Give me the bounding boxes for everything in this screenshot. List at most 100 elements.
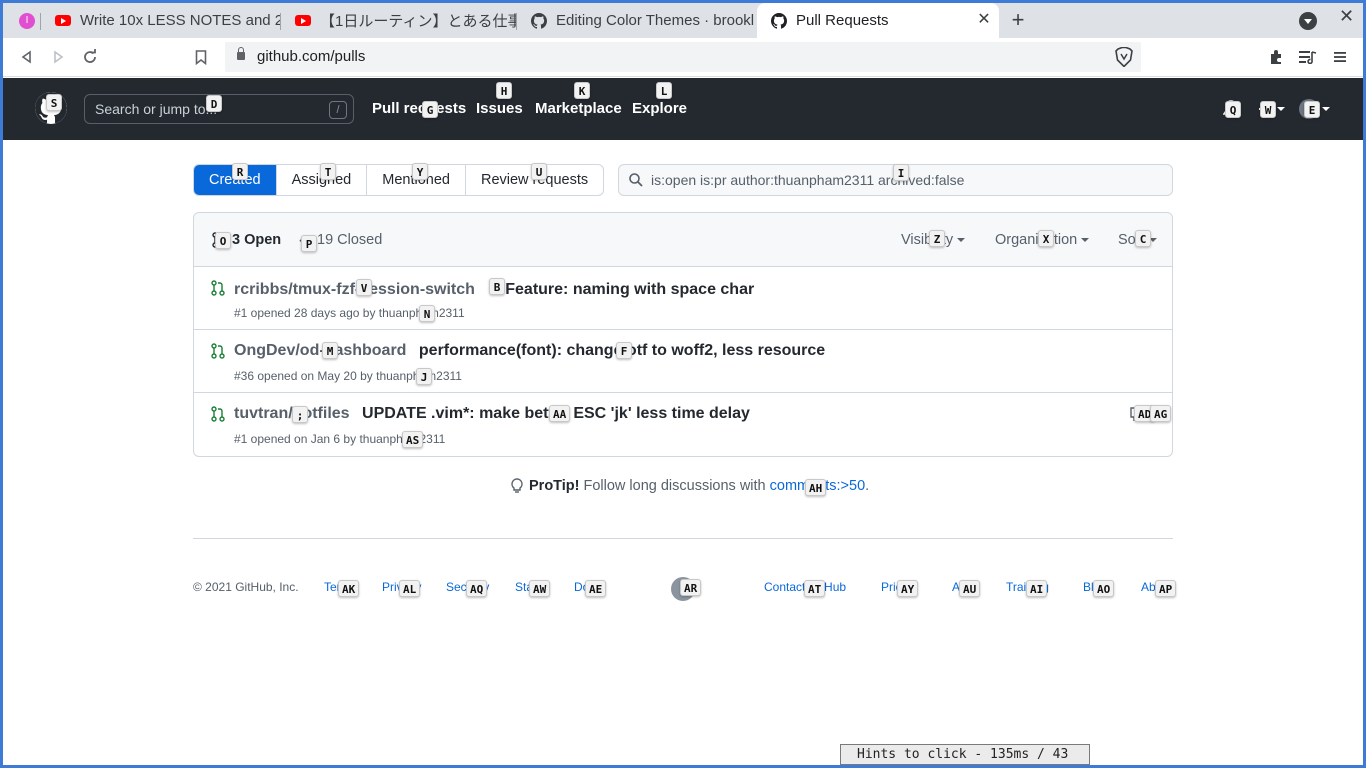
- pr-title-link[interactable]: Feature: naming with space char: [505, 281, 754, 298]
- browser-tab-color-themes[interactable]: Editing Color Themes · brookl: [517, 3, 755, 38]
- nav-marketplace[interactable]: Marketplace: [535, 100, 622, 117]
- list-header: 3 Open 19 Closed Visibility Organization…: [194, 213, 1172, 267]
- link-hint[interactable]: X: [1038, 230, 1054, 247]
- link-hint[interactable]: F: [616, 342, 632, 359]
- link-hint[interactable]: E: [1304, 101, 1320, 118]
- link-hint[interactable]: Q: [1225, 101, 1241, 118]
- link-hint[interactable]: Y: [412, 163, 428, 180]
- link-hint[interactable]: I: [893, 164, 909, 181]
- link-hint[interactable]: AS: [402, 431, 424, 448]
- extensions-icon[interactable]: [1265, 46, 1287, 68]
- link-hint[interactable]: AK: [338, 580, 360, 597]
- nav-pull-requests[interactable]: Pull requests: [372, 100, 466, 117]
- pull-request-row: OngDev/od-dashboard performance(font): c…: [194, 330, 1172, 393]
- link-hint[interactable]: AG: [1150, 405, 1172, 422]
- link-hint[interactable]: C: [1135, 230, 1151, 247]
- nav-issues[interactable]: Issues: [476, 100, 523, 117]
- pull-request-list: 3 Open 19 Closed Visibility Organization…: [193, 212, 1173, 457]
- nav-explore[interactable]: Explore: [632, 100, 687, 117]
- protip-suffix: .: [865, 478, 870, 494]
- link-hint[interactable]: AT: [804, 580, 826, 597]
- link-hint[interactable]: AP: [1155, 580, 1177, 597]
- lightbulb-icon: [511, 478, 523, 493]
- link-hint[interactable]: AA: [549, 405, 571, 422]
- footer-copyright: © 2021 GitHub, Inc.: [193, 580, 299, 594]
- link-hint[interactable]: L: [656, 82, 672, 99]
- close-tab-icon[interactable]: ✕: [975, 11, 993, 29]
- link-hint[interactable]: T: [320, 163, 336, 180]
- dropdown-label: Organization: [995, 232, 1078, 248]
- browser-tab-strip: I Write 10x LESS NOTES and 2x 【1日ルーティン】と…: [3, 3, 1363, 38]
- link-hint[interactable]: AE: [585, 580, 607, 597]
- link-hint[interactable]: W: [1260, 101, 1276, 118]
- search-placeholder: Search or jump to...: [95, 101, 218, 117]
- footer-divider: [193, 538, 1173, 539]
- search-icon: [629, 173, 643, 187]
- tab-title: Editing Color Themes · brookl: [556, 12, 755, 29]
- link-hint[interactable]: B: [489, 278, 505, 295]
- link-hint[interactable]: AL: [399, 580, 421, 597]
- tab-title: Pull Requests: [796, 12, 889, 29]
- open-pull-request-icon: [211, 343, 225, 362]
- bookmark-icon[interactable]: [190, 46, 212, 68]
- new-tab-button[interactable]: +: [1005, 7, 1031, 33]
- browser-tab-youtube-notes[interactable]: Write 10x LESS NOTES and 2x: [41, 3, 281, 38]
- chevron-down-icon: [1322, 107, 1330, 111]
- link-hint[interactable]: S: [46, 94, 62, 111]
- browser-tab-youtube-routine[interactable]: 【1日ルーティン】とある仕事: [281, 3, 517, 38]
- link-hint[interactable]: AI: [1026, 580, 1048, 597]
- link-hint[interactable]: R: [232, 163, 248, 180]
- link-hint[interactable]: AO: [1093, 580, 1115, 597]
- github-icon: [771, 12, 787, 29]
- link-hint[interactable]: AY: [897, 580, 919, 597]
- protip-label: ProTip!: [529, 478, 580, 494]
- tab-title: Write 10x LESS NOTES and 2x: [80, 12, 281, 29]
- link-hint[interactable]: J: [416, 368, 432, 385]
- chevron-down-icon: [1277, 107, 1285, 111]
- window-close-icon[interactable]: ✕: [1339, 6, 1354, 27]
- browser-toolbar: github.com/pulls: [3, 38, 1363, 77]
- forward-icon[interactable]: [47, 46, 69, 68]
- link-hint[interactable]: D: [206, 95, 222, 112]
- browser-tab-pinned[interactable]: I: [5, 3, 41, 38]
- link-hint[interactable]: G: [422, 101, 438, 118]
- pink-circle-favicon-icon: I: [19, 12, 35, 29]
- youtube-icon: [295, 13, 311, 29]
- link-hint[interactable]: AR: [680, 579, 702, 596]
- link-hint[interactable]: U: [531, 163, 547, 180]
- protip-text: Follow long discussions with: [583, 478, 766, 494]
- link-hint[interactable]: Z: [929, 230, 945, 247]
- closed-count-label: 19 Closed: [317, 232, 383, 248]
- url-text: github.com/pulls: [257, 48, 366, 65]
- back-icon[interactable]: [16, 46, 38, 68]
- tab-search-icon[interactable]: [1299, 12, 1317, 30]
- link-hint[interactable]: V: [356, 279, 372, 296]
- link-hint[interactable]: O: [215, 232, 231, 249]
- reload-icon[interactable]: [79, 46, 101, 68]
- address-bar[interactable]: github.com/pulls: [225, 42, 1141, 72]
- brave-shield-icon[interactable]: [1115, 46, 1133, 68]
- link-hint[interactable]: ;: [292, 406, 308, 423]
- search-query-text: is:open is:pr author:thuanpham2311 archi…: [651, 172, 965, 188]
- link-hint[interactable]: P: [301, 235, 317, 252]
- pr-repo-link[interactable]: rcribbs/tmux-fzf-session-switch: [234, 281, 475, 298]
- link-hint[interactable]: H: [496, 82, 512, 99]
- browser-tab-pull-requests[interactable]: Pull Requests ✕: [757, 3, 999, 38]
- vimium-hud-status: Hints to click - 135ms / 43: [840, 744, 1090, 765]
- link-hint[interactable]: AQ: [466, 580, 488, 597]
- pr-repo-link[interactable]: OngDev/od-dashboard: [234, 342, 406, 359]
- pull-request-row: tuvtran/dotfiles UPDATE .vim*: make bett…: [194, 393, 1172, 456]
- dropdown-label: Visibility: [901, 232, 954, 248]
- open-pull-request-icon: [211, 280, 225, 299]
- link-hint[interactable]: AH: [805, 479, 827, 496]
- search-shortcut-key: /: [329, 101, 347, 119]
- link-hint[interactable]: K: [574, 82, 590, 99]
- link-hint[interactable]: AU: [959, 580, 981, 597]
- open-count-label: 3 Open: [232, 232, 282, 248]
- youtube-icon: [55, 13, 71, 29]
- link-hint[interactable]: N: [419, 305, 435, 322]
- link-hint[interactable]: AW: [529, 580, 551, 597]
- link-hint[interactable]: M: [322, 342, 338, 359]
- browser-menu-icon[interactable]: [1329, 46, 1351, 68]
- media-playlist-icon[interactable]: [1297, 46, 1319, 68]
